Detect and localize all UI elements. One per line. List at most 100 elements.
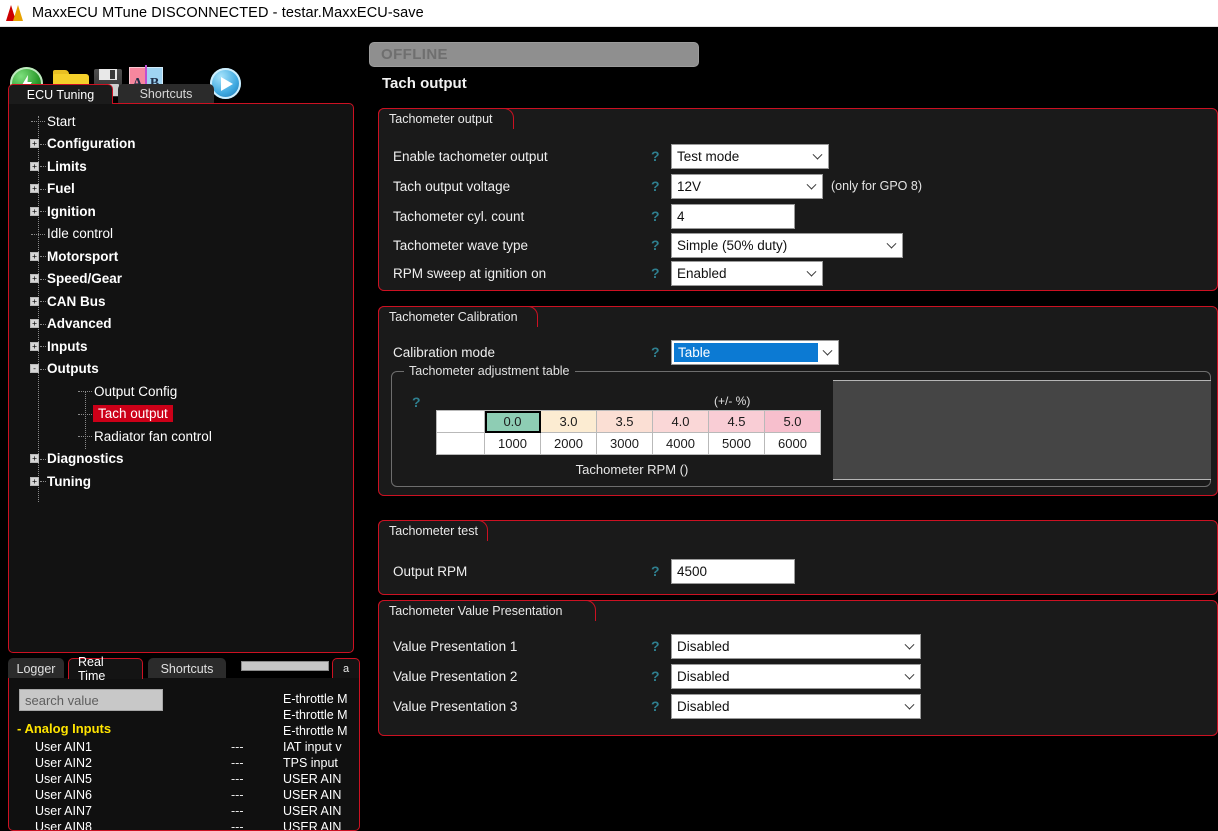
tab-extra[interactable]: a bbox=[332, 658, 360, 679]
realtime-row-value: --- bbox=[231, 820, 244, 831]
search-input[interactable]: search value bbox=[19, 689, 163, 711]
realtime-right-item[interactable]: USER AIN bbox=[283, 804, 341, 820]
chevron-down-icon bbox=[822, 345, 833, 356]
tree-item-diagnostics[interactable]: + Diagnostics bbox=[9, 448, 353, 471]
select-tach-output-voltage[interactable]: 12V bbox=[671, 173, 823, 199]
help-icon-value-presentation-3[interactable]: ? bbox=[651, 698, 660, 714]
status-badge: OFFLINE bbox=[369, 42, 699, 67]
tree-expand-icon[interactable]: + bbox=[30, 274, 39, 284]
chevron-down-icon bbox=[806, 179, 817, 190]
chevron-down-icon bbox=[812, 149, 823, 160]
realtime-right-item[interactable]: IAT input v bbox=[283, 740, 342, 756]
help-icon-tachometer-cyl-count[interactable]: ? bbox=[651, 208, 660, 224]
tree-expand-icon[interactable]: + bbox=[30, 161, 39, 171]
tree-item-label: Limits bbox=[47, 158, 87, 174]
help-icon-calibration-mode[interactable]: ? bbox=[651, 344, 660, 360]
tree-expand-icon[interactable]: + bbox=[30, 206, 39, 216]
select-rpm-sweep-at-ignition-on[interactable]: Enabled bbox=[671, 260, 823, 286]
tab-overflow-bar[interactable] bbox=[241, 661, 329, 671]
realtime-group-analog-inputs[interactable]: - Analog Inputs bbox=[17, 721, 111, 736]
help-icon-adjustment-table[interactable]: ? bbox=[412, 394, 421, 410]
realtime-right-item[interactable]: E-throttle M bbox=[283, 724, 348, 740]
tree-item-start[interactable]: Start bbox=[9, 110, 353, 133]
table-axis-cell[interactable]: 6000 bbox=[764, 432, 821, 455]
tree-item-tuning[interactable]: + Tuning bbox=[9, 470, 353, 493]
tree-expand-icon[interactable]: + bbox=[30, 251, 39, 261]
tree-expand-icon[interactable]: + bbox=[30, 341, 39, 351]
tab-logger[interactable]: Logger bbox=[8, 658, 64, 679]
tree-item-output-config[interactable]: Output Config bbox=[9, 380, 353, 403]
tree-item-motorsport[interactable]: + Motorsport bbox=[9, 245, 353, 268]
window-titlebar: MaxxECU MTune DISCONNECTED - testar.Maxx… bbox=[0, 0, 1218, 27]
table-graph-pane[interactable] bbox=[833, 380, 1211, 480]
tree-expand-icon[interactable]: + bbox=[30, 454, 39, 464]
tab-real-time[interactable]: Real Time bbox=[68, 655, 143, 683]
tree-item-tach-output[interactable]: Tach output bbox=[9, 403, 353, 426]
tree-item-label: Start bbox=[47, 113, 76, 129]
input-tachometer-cyl-count[interactable]: 4 bbox=[671, 203, 795, 229]
help-icon-output-rpm[interactable]: ? bbox=[651, 563, 660, 579]
fieldset-legend: Tachometer adjustment table bbox=[404, 364, 575, 378]
realtime-row-name: User AIN8 bbox=[35, 820, 92, 831]
tree-item-idle-control[interactable]: Idle control bbox=[9, 223, 353, 246]
tree-connector bbox=[78, 413, 92, 415]
select-calibration-mode[interactable]: Table bbox=[671, 339, 839, 365]
tree-item-label: Speed/Gear bbox=[47, 271, 123, 287]
help-icon-enable-tachometer-output[interactable]: ? bbox=[651, 148, 660, 164]
table-value-cell[interactable]: 4.5 bbox=[708, 410, 765, 433]
tab-shortcuts[interactable]: Shortcuts bbox=[118, 84, 214, 104]
help-icon-tach-output-voltage[interactable]: ? bbox=[651, 178, 660, 194]
table-axis-cell[interactable]: 1000 bbox=[484, 432, 541, 455]
tree-item-advanced[interactable]: + Advanced bbox=[9, 313, 353, 336]
tree-item-outputs[interactable]: - Outputs bbox=[9, 358, 353, 381]
help-icon-rpm-sweep-at-ignition-on[interactable]: ? bbox=[651, 265, 660, 281]
table-axis-cell[interactable]: 4000 bbox=[652, 432, 709, 455]
select-value-presentation-3[interactable]: Disabled bbox=[671, 693, 921, 719]
tree-item-inputs[interactable]: + Inputs bbox=[9, 335, 353, 358]
table-value-cell[interactable]: 3.5 bbox=[596, 410, 653, 433]
realtime-right-item[interactable]: TPS input bbox=[283, 756, 338, 772]
table-axis-cell[interactable]: 2000 bbox=[540, 432, 597, 455]
table-value-cell[interactable]: 0.0 bbox=[484, 410, 541, 433]
group-tachometer-value-presentation-header: Tachometer Value Presentation bbox=[378, 600, 596, 623]
table-axis-cell[interactable]: 3000 bbox=[596, 432, 653, 455]
select-value-presentation-2[interactable]: Disabled bbox=[671, 663, 921, 689]
table-value-cell[interactable]: 5.0 bbox=[764, 410, 821, 433]
realtime-right-item[interactable]: E-throttle M bbox=[283, 708, 348, 724]
select-tachometer-wave-type[interactable]: Simple (50% duty) bbox=[671, 232, 903, 258]
tachometer-adjustment-table[interactable]: 0.0 3.0 3.5 4.0 4.5 5.0 1000 2000 3000 4000 5000 60… bbox=[436, 410, 821, 455]
input-output-rpm[interactable]: 4500 bbox=[671, 558, 795, 584]
tree-expand-icon[interactable]: + bbox=[30, 139, 39, 149]
realtime-right-item[interactable]: E-throttle M bbox=[283, 692, 348, 708]
tree-expand-icon[interactable]: + bbox=[30, 184, 39, 194]
tree-item-ignition[interactable]: + Ignition bbox=[9, 200, 353, 223]
tree-item-limits[interactable]: + Limits bbox=[9, 155, 353, 178]
help-icon-value-presentation-1[interactable]: ? bbox=[651, 638, 660, 654]
tree-item-fuel[interactable]: + Fuel bbox=[9, 178, 353, 201]
tab-ecu-tuning[interactable]: ECU Tuning bbox=[8, 84, 113, 104]
tree-collapse-icon[interactable]: - bbox=[30, 364, 39, 374]
table-corner-cell bbox=[436, 432, 485, 455]
tree-connector bbox=[40, 211, 46, 212]
realtime-right-item[interactable]: USER AIN bbox=[283, 820, 341, 830]
tab-bottom-shortcuts[interactable]: Shortcuts bbox=[148, 658, 226, 679]
tree-item-configuration[interactable]: + Configuration bbox=[9, 133, 353, 156]
tree-item-radiator-fan-control[interactable]: Radiator fan control bbox=[9, 425, 353, 448]
help-icon-tachometer-wave-type[interactable]: ? bbox=[651, 237, 660, 253]
table-axis-cell[interactable]: 5000 bbox=[708, 432, 765, 455]
tree-item-speed-gear[interactable]: + Speed/Gear bbox=[9, 268, 353, 291]
table-value-cell[interactable]: 4.0 bbox=[652, 410, 709, 433]
navigation-tree-panel: Start + Configuration + Limits + Fuel + Ignition… bbox=[8, 103, 354, 653]
help-icon-value-presentation-2[interactable]: ? bbox=[651, 668, 660, 684]
select-enable-tachometer-output[interactable]: Test mode bbox=[671, 143, 829, 169]
select-value-presentation-1[interactable]: Disabled bbox=[671, 633, 921, 659]
table-value-cell[interactable]: 3.0 bbox=[540, 410, 597, 433]
realtime-right-item[interactable]: USER AIN bbox=[283, 788, 341, 804]
tree-expand-icon[interactable]: + bbox=[30, 319, 39, 329]
tree-expand-icon[interactable]: + bbox=[30, 296, 39, 306]
tree-item-can-bus[interactable]: + CAN Bus bbox=[9, 290, 353, 313]
tree-expand-icon[interactable]: + bbox=[30, 476, 39, 486]
navigation-tree: Start + Configuration + Limits + Fuel + Ignition… bbox=[9, 104, 353, 502]
tree-connector bbox=[40, 323, 46, 325]
realtime-right-item[interactable]: USER AIN bbox=[283, 772, 341, 788]
